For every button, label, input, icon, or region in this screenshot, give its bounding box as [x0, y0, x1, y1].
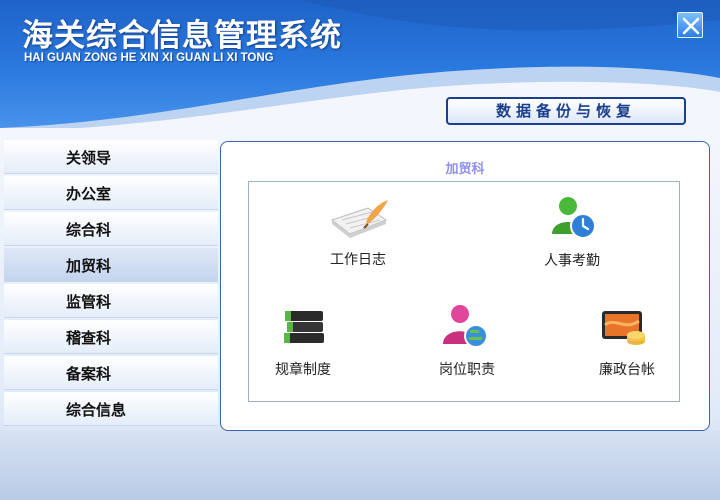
module-integrity-ledger[interactable]: 廉政台帐 [572, 303, 682, 383]
sidebar-nav: 关领导 办公室 综合科 加贸科 监管科 稽查科 备案科 综合信息 [4, 138, 218, 430]
module-label: 规章制度 [275, 362, 331, 378]
notebook-quill-icon [330, 200, 388, 238]
module-label: 廉政台帐 [599, 362, 655, 378]
user-globe-icon [443, 305, 488, 348]
sidebar-item-label: 加贸科 [66, 257, 112, 275]
module-attendance[interactable]: 人事考勤 [517, 192, 627, 272]
user-clock-icon [552, 197, 596, 239]
module-regulations[interactable]: 规章制度 [248, 303, 358, 383]
sidebar-item-supervision[interactable]: 监管科 [4, 284, 218, 318]
sidebar-item-general-info[interactable]: 综合信息 [4, 392, 218, 426]
sidebar-item-general-section[interactable]: 综合科 [4, 212, 218, 246]
close-button[interactable] [677, 12, 703, 38]
app-subtitle: HAI GUAN ZONG HE XIN XI GUAN LI XI TONG [24, 52, 274, 64]
sidebar-item-inspection[interactable]: 稽查科 [4, 320, 218, 354]
panel-title: 加贸科 [445, 162, 485, 177]
sidebar-item-leadership[interactable]: 关领导 [4, 140, 218, 174]
data-backup-restore-button[interactable]: 数据备份与恢复 [446, 97, 686, 125]
close-icon [682, 17, 700, 35]
module-work-log[interactable]: 工作日志 [303, 196, 413, 276]
sidebar-item-filing[interactable]: 备案科 [4, 356, 218, 390]
sidebar-item-label: 综合信息 [66, 401, 127, 419]
sidebar-item-office[interactable]: 办公室 [4, 176, 218, 210]
module-label: 工作日志 [330, 252, 386, 268]
module-job-duties[interactable]: 岗位职责 [412, 300, 522, 380]
footer-strip [0, 430, 720, 500]
sidebar-item-label: 综合科 [66, 221, 112, 239]
module-label: 人事考勤 [544, 253, 600, 269]
sidebar-item-label: 稽查科 [66, 329, 112, 347]
book-stack-icon [284, 311, 324, 343]
sidebar-item-label: 备案科 [66, 365, 112, 383]
monitor-coins-icon [602, 311, 645, 345]
sidebar-item-label: 监管科 [66, 293, 112, 311]
sidebar-item-label: 关领导 [66, 149, 112, 167]
sidebar-item-label: 办公室 [66, 185, 112, 203]
sidebar-item-processing-trade[interactable]: 加贸科 [4, 248, 218, 282]
app-title: 海关综合信息管理系统 [22, 18, 342, 54]
module-label: 岗位职责 [439, 362, 495, 378]
